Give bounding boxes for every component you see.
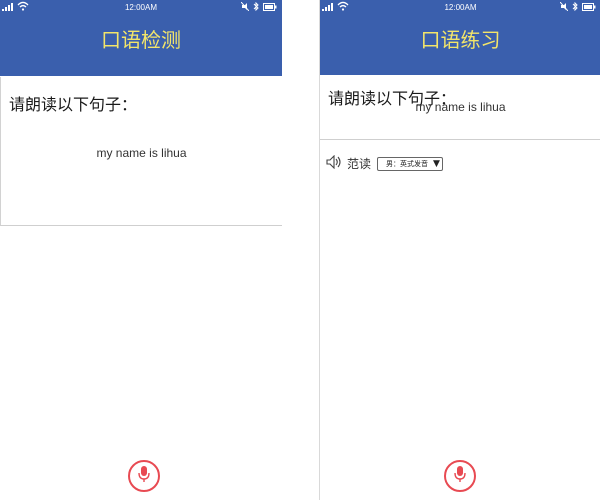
status-time: 12:00AM [124, 3, 158, 12]
target-sentence: my name is lihua [415, 100, 506, 114]
battery-icon [582, 2, 596, 13]
mute-icon [559, 1, 569, 13]
read-prompt: 请朗读以下句子： [9, 95, 138, 114]
voice-select-value: 男：英式发音 [386, 159, 429, 168]
sample-reading-label[interactable]: 范读 [347, 155, 371, 172]
status-bar: 12:00AM [0, 0, 282, 14]
sentence-card: 请朗读以下句子： my name is lihua [0, 77, 282, 226]
screen-oral-test: 12:00AM 口语检测 请朗读以下句子： my name is lihua [0, 0, 282, 500]
bluetooth-icon [572, 1, 578, 13]
record-button[interactable] [128, 460, 160, 492]
mute-icon [240, 1, 250, 13]
record-button[interactable] [444, 460, 476, 492]
battery-icon [263, 2, 277, 13]
page-title: 口语练习 [320, 14, 600, 75]
microphone-icon [453, 465, 467, 487]
sample-reading-row: 范读 男：英式发音 ▼ [326, 154, 443, 173]
dropdown-arrow-icon: ▼ [433, 158, 440, 169]
speaker-icon[interactable] [326, 154, 342, 173]
voice-select[interactable]: 男：英式发音 ▼ [377, 156, 443, 171]
microphone-icon [137, 465, 151, 487]
status-bar: 12:00AM [320, 0, 600, 14]
page-title: 口语检测 [0, 14, 282, 76]
sentence-card: 请朗读以下句子： my name is lihua [320, 75, 600, 140]
target-sentence: my name is lihua [96, 146, 187, 160]
bluetooth-icon [253, 1, 259, 13]
screen-oral-practice: 12:00AM 口语练习 请朗读以下句子： my name is lihua 范… [319, 0, 600, 500]
status-time: 12:00AM [444, 3, 477, 12]
